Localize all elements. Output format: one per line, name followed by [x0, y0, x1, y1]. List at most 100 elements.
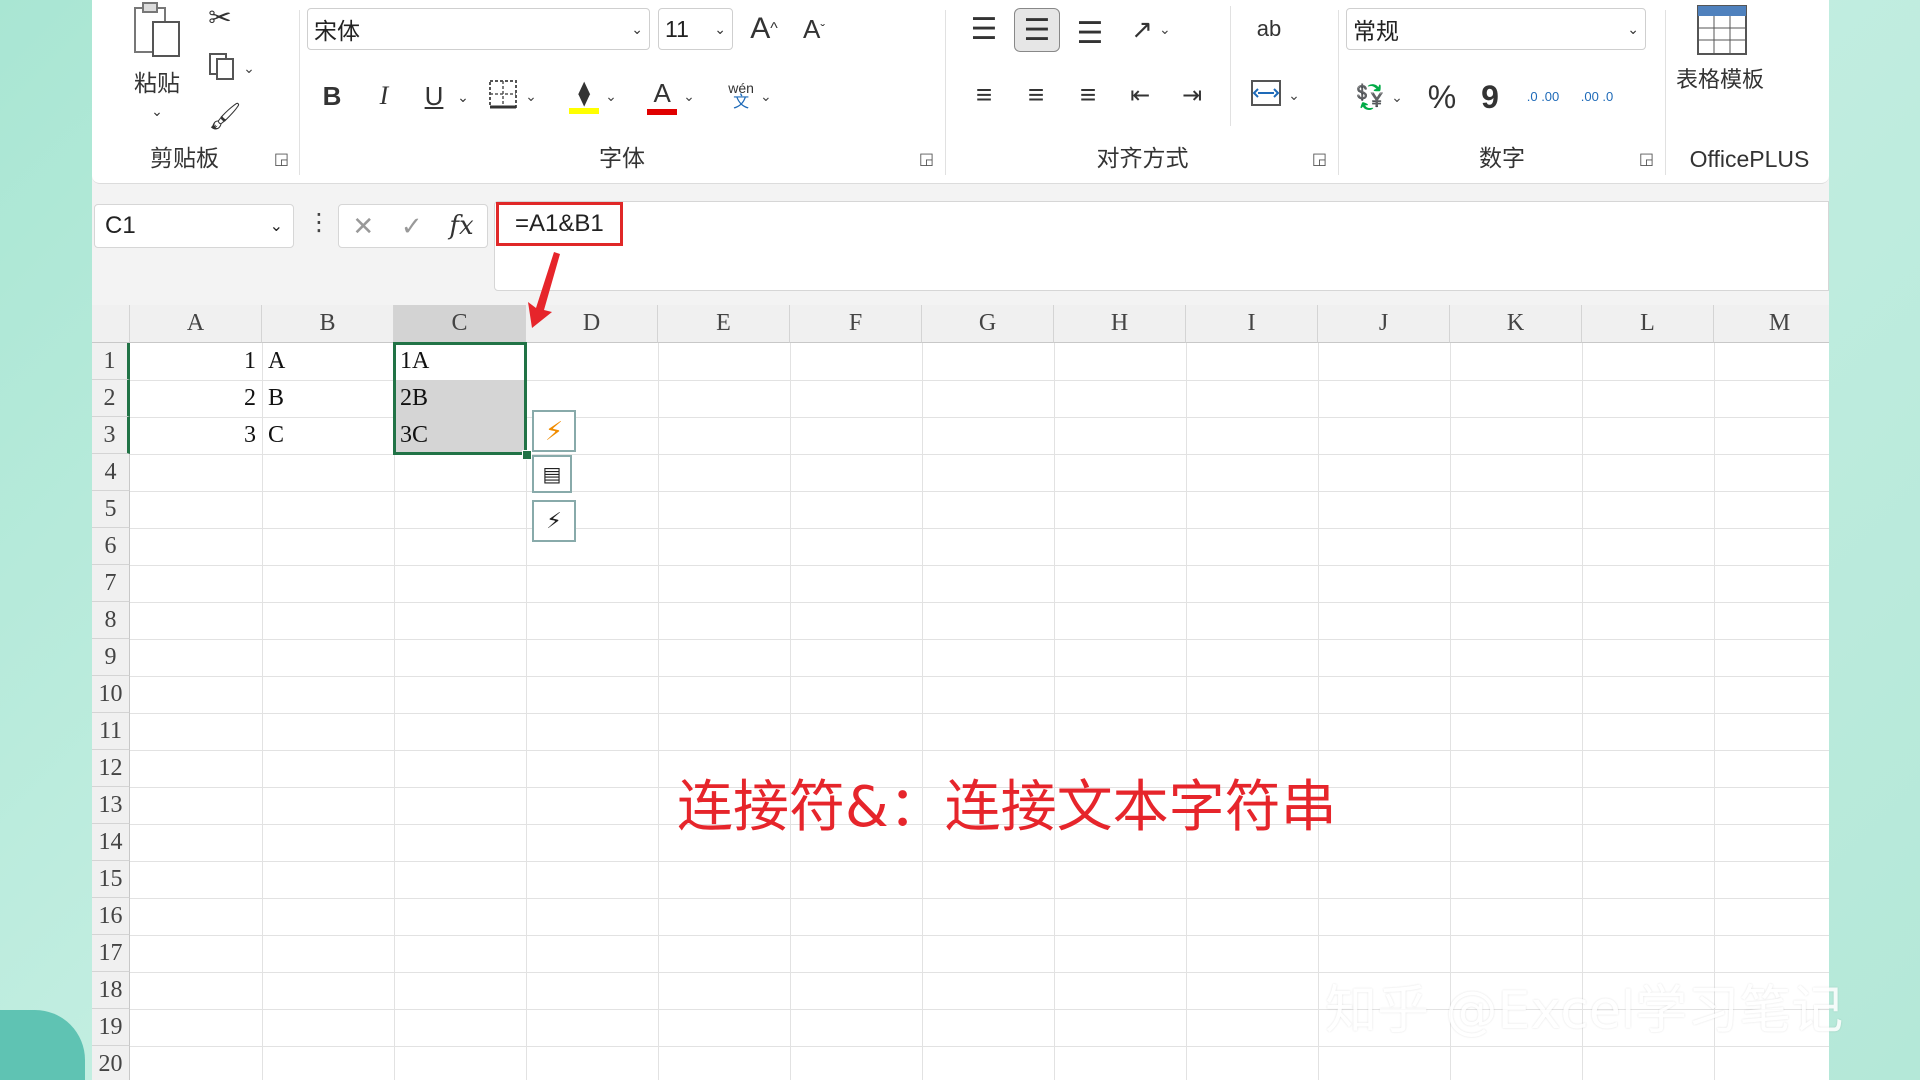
table-template-icon[interactable] [1692, 0, 1752, 60]
grid-line [130, 861, 1829, 862]
row-header-18[interactable]: 18 [92, 972, 130, 1009]
number-launcher-icon[interactable]: ◲ [1639, 149, 1654, 169]
officeplus-group: 表格模板 OfficePLUS [1670, 0, 1829, 183]
font-launcher-icon[interactable]: ◲ [919, 149, 934, 169]
paste-chevron-down-icon[interactable]: ⌄ [142, 100, 172, 122]
select-all-corner[interactable] [92, 305, 130, 343]
row-header-5[interactable]: 5 [92, 491, 130, 528]
font-color-button[interactable]: A ⌄ [638, 74, 704, 118]
column-header-M[interactable]: M [1714, 305, 1829, 343]
decrease-decimal-icon[interactable]: .00 .0 [1572, 76, 1622, 118]
align-middle-icon[interactable]: ☰ [1014, 8, 1060, 52]
alignment-launcher-icon[interactable]: ◲ [1312, 149, 1327, 169]
column-header-F[interactable]: F [790, 305, 922, 343]
column-header-I[interactable]: I [1186, 305, 1318, 343]
row-header-14[interactable]: 14 [92, 824, 130, 861]
decrease-font-size-icon[interactable]: Aˇ [792, 8, 836, 50]
row-header-1[interactable]: 1 [92, 343, 130, 380]
paste-icon[interactable] [127, 0, 187, 60]
insert-function-icon[interactable]: fx [449, 211, 473, 241]
column-header-H[interactable]: H [1054, 305, 1186, 343]
format-painter-icon[interactable]: 🖌 [207, 98, 243, 134]
row-header-3[interactable]: 3 [92, 417, 130, 454]
cell-B1[interactable]: A [262, 343, 394, 380]
grid-line [130, 602, 1829, 603]
italic-button[interactable]: I [364, 76, 404, 116]
paste-button[interactable]: 粘贴 [122, 66, 192, 96]
row-header-20[interactable]: 20 [92, 1046, 130, 1080]
formula-input[interactable] [494, 201, 1829, 291]
wrap-text-button[interactable]: ab [1246, 8, 1292, 50]
name-box[interactable]: C1 ⌄ [94, 204, 294, 248]
clipboard-launcher-icon[interactable]: ◲ [274, 149, 289, 169]
cut-icon[interactable]: ✂ [202, 0, 238, 34]
phonetic-top: wén [728, 80, 754, 96]
align-right-icon[interactable]: ≡ [1066, 74, 1110, 116]
increase-font-size-icon[interactable]: A ^ [742, 8, 786, 50]
merge-center-button[interactable]: ⌄ [1240, 74, 1310, 116]
flash-fill-icon[interactable]: ⚡ [532, 410, 576, 452]
row-header-10[interactable]: 10 [92, 676, 130, 713]
increase-decimal-icon[interactable]: .0 .00 [1518, 76, 1568, 118]
row-header-4[interactable]: 4 [92, 454, 130, 491]
copy-button[interactable]: ⌄ [202, 50, 260, 86]
row-header-12[interactable]: 12 [92, 750, 130, 787]
quick-analysis-icon[interactable]: ▤ [532, 455, 572, 493]
fill-color-button[interactable]: ⧫ ⌄ [560, 74, 626, 118]
enter-icon[interactable]: ✓ [401, 211, 423, 242]
column-header-L[interactable]: L [1582, 305, 1714, 343]
more-options-icon[interactable]: ⋮ [307, 208, 331, 237]
row-header-2[interactable]: 2 [92, 380, 130, 417]
grid-line [130, 676, 1829, 677]
column-header-A[interactable]: A [130, 305, 262, 343]
underline-button[interactable]: U [414, 76, 454, 116]
cell-A3[interactable]: 3 [130, 417, 262, 454]
row-header-9[interactable]: 9 [92, 639, 130, 676]
fill-handle[interactable] [522, 450, 532, 460]
currency-format-button[interactable]: 💱 ⌄ [1346, 76, 1412, 118]
cell-A2[interactable]: 2 [130, 380, 262, 417]
chevron-down-icon: ⌄ [714, 20, 726, 37]
pointer-arrow-icon [528, 252, 560, 328]
row-header-13[interactable]: 13 [92, 787, 130, 824]
cancel-icon[interactable]: ✕ [352, 211, 374, 242]
row-header-6[interactable]: 6 [92, 528, 130, 565]
decrease-indent-icon[interactable]: ⇤ [1118, 74, 1162, 116]
autofill-options-icon[interactable]: ⚡ [532, 500, 576, 542]
column-header-C[interactable]: C [394, 305, 526, 343]
orientation-button[interactable]: ↗ ⌄ [1118, 8, 1184, 50]
row-header-16[interactable]: 16 [92, 898, 130, 935]
font-size-select[interactable]: 11 ⌄ [658, 8, 733, 50]
cell-A1[interactable]: 1 [130, 343, 262, 380]
phonetic-button[interactable]: wén 文 ⌄ [717, 74, 783, 118]
increase-indent-icon[interactable]: ⇥ [1170, 74, 1214, 116]
row-header-7[interactable]: 7 [92, 565, 130, 602]
column-header-J[interactable]: J [1318, 305, 1450, 343]
grid-line [130, 898, 1829, 899]
font-name-select[interactable]: 宋体 ⌄ [307, 8, 650, 50]
comma-style-button[interactable]: 9 [1470, 76, 1510, 118]
percent-style-button[interactable]: % [1420, 76, 1464, 118]
cell-B3[interactable]: C [262, 417, 394, 454]
row-header-19[interactable]: 19 [92, 1009, 130, 1046]
divider [299, 10, 300, 175]
align-top-icon[interactable]: ☰ [962, 8, 1006, 50]
row-header-11[interactable]: 11 [92, 713, 130, 750]
cell-B2[interactable]: B [262, 380, 394, 417]
column-header-G[interactable]: G [922, 305, 1054, 343]
underline-chevron-down-icon[interactable]: ⌄ [452, 80, 474, 114]
spreadsheet-grid[interactable]: ABCDEFGHIJKLM 1 2 3 4 5 6 7 8 9 10 11 12 13 14 15 16 17 1… [92, 305, 1829, 1080]
align-left-icon[interactable]: ≡ [962, 74, 1006, 116]
row-header-15[interactable]: 15 [92, 861, 130, 898]
column-header-K[interactable]: K [1450, 305, 1582, 343]
table-template-button[interactable]: 表格模板 [1670, 62, 1770, 94]
column-header-E[interactable]: E [658, 305, 790, 343]
align-center-icon[interactable]: ≡ [1014, 74, 1058, 116]
borders-button[interactable]: ⌄ [482, 76, 542, 116]
row-header-17[interactable]: 17 [92, 935, 130, 972]
bold-button[interactable]: B [312, 76, 352, 116]
column-header-B[interactable]: B [262, 305, 394, 343]
number-format-select[interactable]: 常规 ⌄ [1346, 8, 1646, 50]
row-header-8[interactable]: 8 [92, 602, 130, 639]
align-bottom-icon[interactable]: ☰ [1068, 12, 1112, 54]
